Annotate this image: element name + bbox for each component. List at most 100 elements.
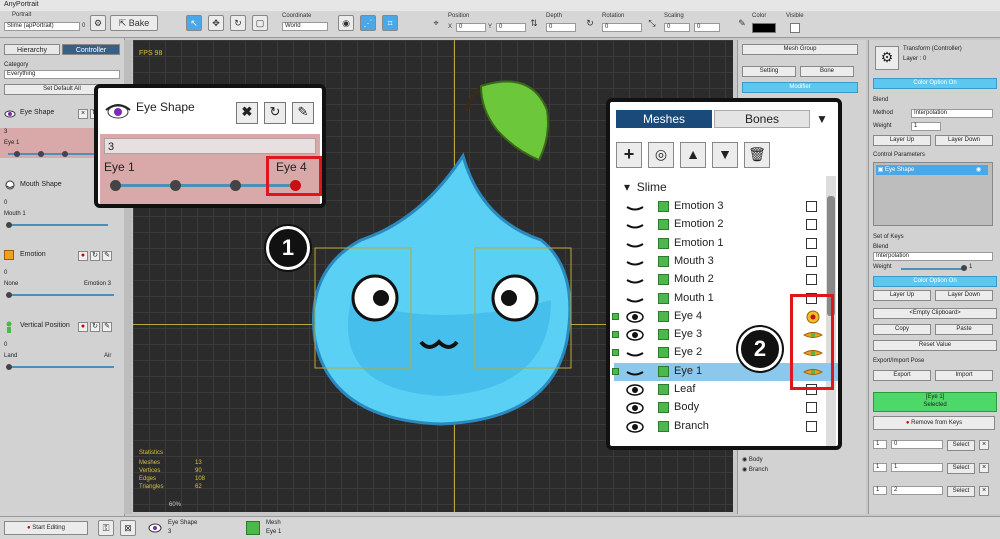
slider-knob[interactable] xyxy=(230,180,241,191)
mouth-shape-slider[interactable] xyxy=(8,224,108,226)
key-value[interactable]: 2 xyxy=(891,486,943,495)
visibility-eye-icon[interactable] xyxy=(626,420,644,433)
hidden-eye-icon[interactable] xyxy=(626,256,644,268)
export-button[interactable]: Export xyxy=(873,370,931,381)
tab-meshes[interactable]: Meshes xyxy=(616,110,712,128)
visible-checkbox[interactable] xyxy=(790,23,800,33)
key-value[interactable]: 0 xyxy=(891,440,943,449)
mesh-checkbox[interactable] xyxy=(806,255,817,267)
tab-hierarchy[interactable]: Hierarchy xyxy=(4,44,60,55)
mesh-checkbox[interactable] xyxy=(806,274,817,286)
layer-down-button[interactable]: Layer Down xyxy=(935,135,993,146)
mesh-checkbox[interactable] xyxy=(806,237,817,249)
visibility-eye-icon[interactable] xyxy=(626,402,644,415)
close-icon[interactable]: × xyxy=(979,463,989,473)
slider-knob[interactable] xyxy=(38,151,44,157)
move-up-icon[interactable]: ▲ xyxy=(680,142,706,168)
mesh-list-item[interactable]: Emotion 3 xyxy=(614,198,838,216)
bone-button[interactable]: Bone xyxy=(800,66,854,77)
modifier-button[interactable]: Modifier xyxy=(742,82,858,93)
depth-field[interactable]: 0 xyxy=(546,23,576,32)
move-down-icon[interactable]: ▼ xyxy=(712,142,738,168)
vertical-position-slider[interactable] xyxy=(8,366,114,368)
tab-bones[interactable]: Bones xyxy=(714,110,810,128)
method-select[interactable]: Interpolation xyxy=(911,109,993,118)
eye-icon[interactable]: ◉ xyxy=(976,165,981,175)
hidden-eye-icon[interactable] xyxy=(626,293,644,305)
mesh-checkbox[interactable] xyxy=(806,219,817,231)
slider-knob[interactable] xyxy=(170,180,181,191)
slider-knob[interactable] xyxy=(14,151,20,157)
reset-value-button[interactable]: Reset Value xyxy=(873,340,997,351)
mesh-list-item[interactable]: Mouth 3 xyxy=(614,253,838,271)
reset-icon[interactable]: ↻ xyxy=(264,102,286,124)
close-icon[interactable]: ✖ xyxy=(236,102,258,124)
layer-up-button-2[interactable]: Layer Up xyxy=(873,290,931,301)
weight2-slider[interactable] xyxy=(901,268,965,270)
key-value[interactable]: 1 xyxy=(891,463,943,472)
tree-root[interactable]: ▾ Slime xyxy=(624,180,667,194)
expand-arrow-icon[interactable]: ▾ xyxy=(624,180,630,194)
visibility-eye-icon[interactable] xyxy=(626,384,644,396)
slider-knob[interactable] xyxy=(961,265,967,271)
hidden-eye-icon[interactable] xyxy=(626,347,644,359)
callout-value[interactable]: 3 xyxy=(104,138,316,154)
category-select[interactable]: Everything xyxy=(4,70,120,79)
mesh-edit-icon[interactable]: ⋰ xyxy=(360,15,376,31)
emotion-slider[interactable] xyxy=(8,294,114,296)
paste-button[interactable]: Paste xyxy=(935,324,993,335)
record-icon[interactable]: ● xyxy=(78,251,88,261)
control-param-item[interactable]: ▣ Eye Shape ◉ xyxy=(876,165,988,175)
mesh-checkbox[interactable] xyxy=(806,402,817,414)
onion-icon[interactable]: ◉ xyxy=(338,15,354,31)
slider-knob[interactable] xyxy=(6,222,12,228)
edit-icon[interactable]: ✎ xyxy=(292,102,314,124)
copy-button[interactable]: Copy xyxy=(873,324,931,335)
scaling-y-field[interactable]: 0 xyxy=(694,23,720,32)
lock-record-icon[interactable]: ⊠ xyxy=(120,520,136,536)
select-key-button[interactable]: Select xyxy=(947,486,975,497)
portrait-select[interactable]: Slime (apPortrait) xyxy=(4,22,80,31)
delete-icon[interactable]: 🗑 xyxy=(744,142,770,168)
hidden-eye-icon[interactable] xyxy=(626,201,644,213)
hidden-eye-icon[interactable] xyxy=(626,219,644,231)
move-tool-icon[interactable]: ✥ xyxy=(208,15,224,31)
close-icon[interactable]: × xyxy=(979,486,989,496)
coordinate-select[interactable]: World xyxy=(282,22,328,31)
remove-from-keys-button[interactable]: ● Remove from Keys xyxy=(873,416,995,430)
mesh-checkbox[interactable] xyxy=(806,201,817,212)
reset-icon[interactable]: ↻ xyxy=(90,251,100,261)
scaling-x-field[interactable]: 0 xyxy=(664,23,690,32)
select-key-button[interactable]: Select xyxy=(947,440,975,451)
mesh-list-item[interactable]: Emotion 2 xyxy=(614,216,838,234)
scale-tool-icon[interactable]: ▢ xyxy=(252,15,268,31)
bone-edit-icon[interactable]: ⌗ xyxy=(382,15,398,31)
slider-knob[interactable] xyxy=(62,151,68,157)
visibility-eye-icon[interactable] xyxy=(626,329,644,341)
edit-icon[interactable]: ✎ xyxy=(102,322,112,332)
select-tool-icon[interactable]: ↖ xyxy=(186,15,202,31)
layer-down-button-2[interactable]: Layer Down xyxy=(935,290,993,301)
import-button[interactable]: Import xyxy=(935,370,993,381)
mesh-list-item[interactable]: Mouth 2 xyxy=(614,271,838,289)
hidden-eye-icon[interactable] xyxy=(626,274,644,286)
layer-up-button[interactable]: Layer Up xyxy=(873,135,931,146)
mesh-list-item[interactable]: Branch xyxy=(614,418,838,436)
position-y-field[interactable]: 0 xyxy=(496,23,526,32)
hidden-eye-icon[interactable] xyxy=(626,366,644,378)
mesh-checkbox[interactable] xyxy=(806,420,817,432)
rotation-field[interactable]: 0 xyxy=(602,23,642,32)
position-x-field[interactable]: 0 xyxy=(456,23,486,32)
color-swatch[interactable] xyxy=(752,23,776,33)
edit-icon[interactable]: ✎ xyxy=(102,251,112,261)
color-option-button-2[interactable]: Color Option On xyxy=(873,276,997,287)
rotate-tool-icon[interactable]: ↻ xyxy=(230,15,246,31)
visibility-eye-icon[interactable] xyxy=(626,311,644,323)
slider-knob[interactable] xyxy=(6,364,12,370)
dropdown-arrow-icon[interactable]: ▼ xyxy=(816,112,828,126)
close-icon[interactable]: × xyxy=(979,440,989,450)
visibility-eye-icon[interactable]: ◉ xyxy=(742,457,747,463)
lock-icon[interactable]: ⚿ xyxy=(98,520,114,536)
slider-knob[interactable] xyxy=(6,292,12,298)
add-icon[interactable]: + xyxy=(616,142,642,168)
